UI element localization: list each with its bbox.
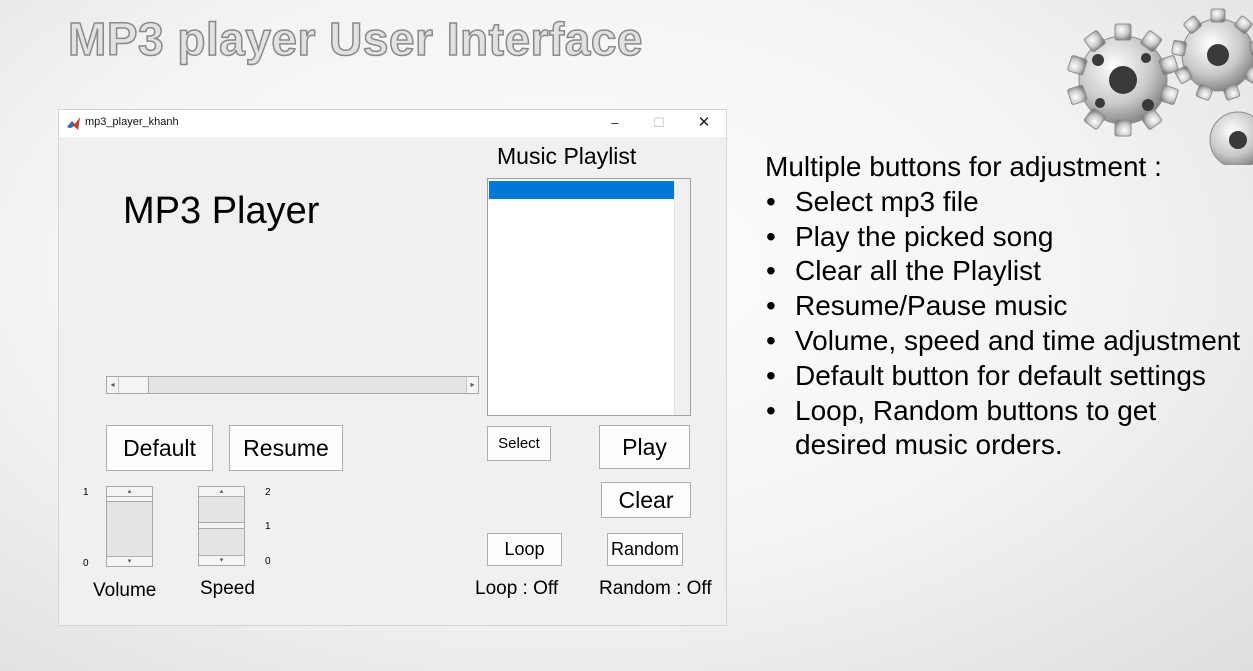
resume-button[interactable]: Resume — [229, 425, 343, 471]
bullet-icon: • — [766, 185, 776, 217]
playlist-scrollbar[interactable] — [674, 179, 690, 415]
time-slider-thumb[interactable] — [119, 377, 149, 393]
slider-left-arrow-icon[interactable]: ◂ — [107, 377, 119, 393]
list-item: • Default button for default settings — [765, 359, 1245, 394]
maximize-button[interactable]: ☐ — [649, 114, 669, 132]
bullet-text: Default button for default settings — [795, 359, 1206, 391]
speed-down-arrow-icon[interactable]: ▾ — [199, 555, 244, 565]
speed-slider-thumb[interactable] — [199, 522, 244, 529]
loop-button[interactable]: Loop — [487, 533, 562, 566]
volume-slider[interactable]: ▴ ▾ — [106, 486, 153, 567]
select-button[interactable]: Select — [487, 426, 551, 461]
window-titlebar[interactable]: mp3_player_khanh – ☐ ✕ — [59, 110, 726, 137]
loop-status: Loop : Off — [475, 578, 559, 599]
bullet-icon: • — [766, 255, 776, 287]
window-title: mp3_player_khanh — [85, 116, 179, 128]
playlist-selected-item[interactable] — [489, 181, 677, 199]
play-button[interactable]: Play — [599, 425, 690, 469]
description-heading: Multiple buttons for adjustment : — [765, 151, 1162, 182]
playlist-heading: Music Playlist — [497, 143, 637, 169]
speed-min-tick: 0 — [265, 556, 271, 567]
bullet-text: Loop, Random buttons to get desired musi… — [795, 394, 1157, 461]
list-item: • Volume, speed and time adjustment — [765, 324, 1245, 359]
volume-down-arrow-icon[interactable]: ▾ — [107, 556, 152, 566]
list-item: • Play the picked song — [765, 220, 1245, 255]
bullet-icon: • — [766, 324, 776, 356]
gears-decoration-icon — [1066, 8, 1253, 165]
bullet-icon: • — [766, 359, 776, 391]
list-item: • Loop, Random buttons to get desired mus… — [765, 394, 1245, 464]
bullet-text: Select mp3 file — [795, 185, 979, 217]
speed-mid-tick: 1 — [265, 521, 271, 532]
default-button[interactable]: Default — [106, 425, 213, 471]
speed-max-tick: 2 — [265, 487, 271, 498]
slider-right-arrow-icon[interactable]: ▸ — [466, 377, 478, 393]
matlab-icon — [66, 116, 81, 131]
volume-max-tick: 1 — [83, 487, 89, 498]
slide-title: MP3 player User Interface — [67, 12, 643, 66]
bullet-text: Resume/Pause music — [795, 290, 1068, 322]
speed-label: Speed — [200, 578, 255, 599]
minimize-button[interactable]: – — [605, 114, 625, 132]
bullet-icon: • — [766, 290, 776, 322]
random-status: Random : Off — [599, 578, 712, 599]
player-heading: MP3 Player — [123, 190, 320, 232]
speed-up-arrow-icon[interactable]: ▴ — [199, 487, 244, 497]
random-button[interactable]: Random — [607, 533, 683, 566]
time-slider[interactable]: ◂ ▸ — [106, 376, 479, 394]
speed-slider[interactable]: ▴ ▾ — [198, 486, 245, 566]
bullet-icon: • — [766, 394, 776, 426]
volume-label: Volume — [93, 580, 157, 601]
volume-slider-thumb[interactable] — [107, 496, 152, 502]
playlist-listbox[interactable] — [487, 178, 691, 416]
feature-list: • Select mp3 file • Play the picked song •… — [765, 185, 1245, 463]
bullet-text: Play the picked song — [795, 220, 1054, 252]
list-item: • Resume/Pause music — [765, 289, 1245, 324]
bullet-text: Volume, speed and time adjustment — [795, 324, 1241, 356]
mp3-player-window: mp3_player_khanh – ☐ ✕ MP3 Player Music … — [59, 110, 726, 625]
bullet-icon: • — [766, 220, 776, 252]
clear-button[interactable]: Clear — [601, 482, 691, 518]
close-button[interactable]: ✕ — [694, 114, 714, 132]
list-item: • Select mp3 file — [765, 185, 1245, 220]
volume-min-tick: 0 — [83, 558, 89, 569]
bullet-text: Clear all the Playlist — [795, 255, 1041, 287]
list-item: • Clear all the Playlist — [765, 254, 1245, 289]
description-panel: Multiple buttons for adjustment : • Selec… — [765, 150, 1245, 463]
